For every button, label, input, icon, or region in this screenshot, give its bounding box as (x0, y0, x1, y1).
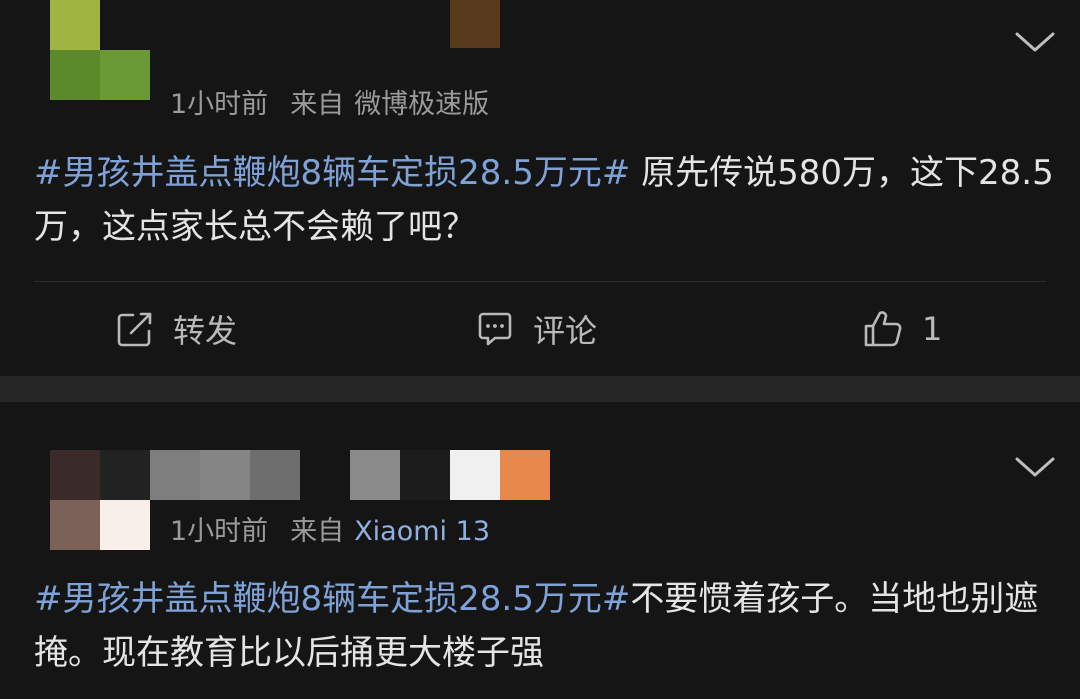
post-text: #男孩井盖点鞭炮8辆车定损28.5万元# 原先传说580万，这下28.5万，这点… (34, 146, 1054, 254)
thumbs-up-icon (864, 311, 902, 347)
comment-button[interactable]: 评论 (475, 282, 597, 376)
like-button[interactable]: 1 (862, 282, 942, 376)
chevron-down-icon (1015, 457, 1055, 477)
more-menu-button[interactable] (1013, 452, 1057, 482)
avatar[interactable] (50, 0, 150, 100)
comment-icon (478, 312, 512, 346)
post-card: 1小时前 来自 微博极速版 #男孩井盖点鞭炮8辆车定损28.5万元# 原先传说5… (0, 0, 1080, 376)
post-time: 1小时前 (170, 89, 269, 120)
repost-label: 转发 (173, 312, 238, 350)
repost-button[interactable]: 转发 (115, 282, 237, 376)
post-meta: 1小时前 来自 Xiaomi 13 (170, 509, 490, 548)
chevron-down-icon (1015, 32, 1055, 52)
post-source[interactable]: 微博极速版 (354, 82, 489, 121)
hashtag-link[interactable]: #男孩井盖点鞭炮8辆车定损28.5万元# (34, 153, 630, 193)
post-source[interactable]: Xiaomi 13 (354, 516, 490, 547)
like-count: 1 (922, 310, 943, 348)
post-card: 1小时前 来自 Xiaomi 13 #男孩井盖点鞭炮8辆车定损28.5万元#不要… (0, 402, 1080, 699)
post-text: #男孩井盖点鞭炮8辆车定损28.5万元#不要惯着孩子。当地也别遮掩。现在教育比以… (34, 572, 1054, 680)
post-separator (0, 376, 1080, 402)
post-time: 1小时前 (170, 516, 269, 547)
avatar[interactable] (50, 450, 150, 550)
hashtag-link[interactable]: #男孩井盖点鞭炮8辆车定损28.5万元# (34, 579, 630, 619)
post-meta: 1小时前 来自 微博极速版 (170, 82, 489, 121)
username-obscured[interactable] (450, 0, 500, 48)
source-prefix: 来自 (290, 89, 345, 120)
repost-icon (117, 312, 152, 347)
more-menu-button[interactable] (1013, 27, 1057, 57)
username-obscured[interactable] (150, 450, 550, 500)
source-prefix: 来自 (290, 516, 345, 547)
comment-label: 评论 (533, 312, 598, 350)
action-bar: 转发 评论 1 (0, 282, 1080, 376)
